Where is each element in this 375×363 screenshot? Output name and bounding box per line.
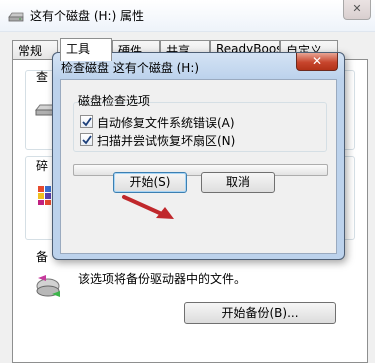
checkmark-icon (82, 135, 92, 145)
cancel-button[interactable]: 取消 (201, 172, 275, 193)
window-close-button[interactable]: ✕ (343, 0, 371, 20)
dialog-close-button[interactable]: ✕ (296, 53, 338, 71)
backup-section-label: 备 (36, 250, 49, 264)
tab-tools[interactable]: 工具 (60, 38, 112, 61)
start-button[interactable]: 开始(S) (113, 172, 187, 193)
auto-fix-label: 自动修复文件系统错误(A) (97, 116, 235, 130)
check-section-label: 查 (36, 70, 49, 84)
window-titlebar: 这有个磁盘 (H:) 属性 ✕ (0, 0, 375, 32)
options-group-label: 磁盘检查选项 (78, 94, 151, 108)
dialog-body: 磁盘检查选项 自动修复文件系统错误(A) 扫描并尝试恢复坏扇区(N) (60, 79, 337, 254)
checkmark-icon (82, 117, 92, 127)
scan-sectors-label: 扫描并尝试恢复坏扇区(N) (97, 134, 236, 148)
start-backup-button[interactable]: 开始备份(B)... (184, 302, 336, 324)
backup-icon (36, 275, 60, 297)
defrag-section-label: 碎 (36, 159, 49, 173)
backup-description: 该选项将备份驱动器中的文件。 (78, 272, 247, 286)
check-disk-dialog: 检查磁盘 这有个磁盘 (H:) ✕ 磁盘检查选项 自动修复文件系统错误(A) 扫… (52, 52, 345, 260)
drive-icon (8, 12, 24, 22)
scan-sectors-checkbox[interactable] (80, 133, 93, 146)
window-title: 这有个磁盘 (H:) 属性 (30, 9, 145, 23)
auto-fix-checkbox[interactable] (80, 115, 93, 128)
dialog-title: 检查磁盘 这有个磁盘 (H:) (61, 61, 200, 75)
pointer-arrow-icon (122, 195, 174, 219)
